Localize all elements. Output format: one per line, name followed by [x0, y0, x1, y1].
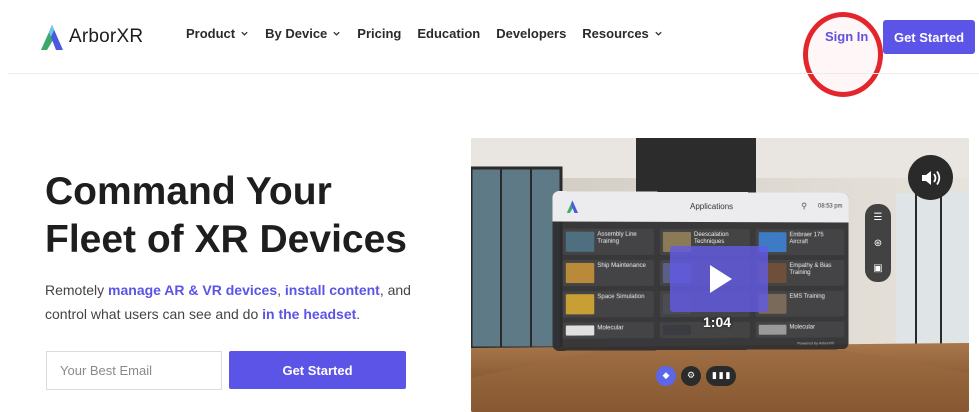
logo[interactable]: ArborXR	[38, 22, 143, 52]
app-label: EMS Training	[789, 294, 842, 301]
app-tile: Molecular	[563, 322, 654, 338]
header-get-started-button[interactable]: Get Started	[883, 20, 975, 54]
wifi-icon: ☰	[870, 209, 886, 225]
nav-item-product[interactable]: Product	[186, 26, 249, 41]
subtitle-text: ,	[277, 282, 285, 298]
hero-get-started-button[interactable]: Get Started	[229, 351, 406, 389]
nav-label: Product	[186, 26, 235, 41]
logo-text: ArborXR	[69, 26, 143, 48]
nav-label: Education	[417, 26, 480, 41]
nav-label: Resources	[582, 26, 648, 41]
nav-item-education[interactable]: Education	[417, 26, 480, 41]
app-tile: Assembly Line Training	[563, 229, 654, 255]
app-tile: Molecular	[756, 321, 845, 337]
cast-icon: ▣	[870, 260, 886, 276]
controls-icon: ▮ ▮ ▮	[706, 366, 736, 386]
app-thumbnail	[566, 232, 594, 252]
header-divider	[8, 73, 979, 74]
nav-label: By Device	[265, 26, 327, 41]
app-label: Molecular	[789, 324, 842, 331]
app-tile: Space Simulation	[563, 291, 654, 317]
chevron-down-icon	[332, 29, 341, 38]
panel-title: Applications	[690, 202, 733, 211]
hero-title: Command Your Fleet of XR Devices	[45, 168, 445, 264]
demo-video[interactable]: Applications ⚲ 08:53 pm Assembly Line Tr…	[471, 138, 969, 412]
nav-item-pricing[interactable]: Pricing	[357, 26, 401, 41]
nav-label: Developers	[496, 26, 566, 41]
app-thumbnail	[566, 263, 594, 283]
home-icon: ◆	[656, 366, 676, 386]
app-label: Empathy & Bias Training	[789, 263, 842, 277]
hero-subtitle: Remotely manage AR & VR devices, install…	[45, 278, 425, 326]
email-input[interactable]	[46, 351, 222, 390]
hero-title-line2: Fleet of XR Devices	[45, 218, 407, 261]
app-tile: Empathy & Bias Training	[756, 260, 845, 286]
network-icon: ⊛	[870, 235, 886, 251]
app-thumbnail	[566, 325, 594, 335]
sign-in-link[interactable]: Sign In	[825, 29, 868, 44]
volume-button[interactable]	[908, 155, 953, 200]
nav-item-by-device[interactable]: By Device	[265, 26, 341, 41]
vr-bottom-dock: ◆ ⚙ ▮ ▮ ▮	[656, 366, 736, 386]
subtitle-highlight-install: install content	[285, 282, 380, 298]
arborxr-logo-icon	[38, 23, 64, 51]
play-icon	[710, 265, 732, 293]
video-duration: 1:04	[703, 314, 731, 330]
panel-time: 08:53 pm	[818, 204, 843, 210]
highlight-annotation-circle	[803, 12, 883, 97]
search-icon: ⚲	[801, 201, 807, 210]
app-label: Molecular	[597, 325, 652, 332]
app-label: Embraer 175 Aircraft	[789, 232, 842, 246]
site-header: ArborXR Product By Device Pricing Educat…	[0, 0, 979, 74]
app-label: Assembly Line Training	[597, 232, 652, 246]
arborxr-logo-icon	[565, 199, 579, 213]
page: ArborXR Product By Device Pricing Educat…	[0, 0, 979, 412]
app-grid: Assembly Line Training Deescalation Tech…	[563, 229, 841, 230]
subtitle-text: .	[356, 306, 360, 322]
main-nav: Product By Device Pricing Education Deve…	[186, 26, 679, 41]
app-tile: Embraer 175 Aircraft	[756, 229, 845, 255]
app-thumbnail	[759, 325, 787, 335]
subtitle-highlight-manage: manage AR & VR devices	[108, 282, 277, 298]
app-tile: Ship Maintenance	[563, 260, 654, 286]
subtitle-text: Remotely	[45, 282, 108, 298]
app-label: Deescalation Techniques	[694, 232, 748, 246]
chevron-down-icon	[240, 29, 249, 38]
vr-side-toolbar: ☰ ⊛ ▣	[865, 204, 891, 282]
panel-header: Applications ⚲ 08:53 pm	[553, 191, 849, 222]
app-tile: EMS Training	[756, 291, 845, 317]
nav-item-resources[interactable]: Resources	[582, 26, 662, 41]
speaker-volume-icon	[920, 169, 942, 187]
app-thumbnail	[663, 325, 691, 335]
app-thumbnail	[566, 294, 594, 314]
app-label: Ship Maintenance	[597, 263, 652, 270]
play-button[interactable]	[670, 246, 768, 312]
app-label: Space Simulation	[597, 294, 652, 301]
nav-label: Pricing	[357, 26, 401, 41]
hero-title-line1: Command Your	[45, 170, 332, 213]
nav-item-developers[interactable]: Developers	[496, 26, 566, 41]
chevron-down-icon	[654, 29, 663, 38]
subtitle-highlight-headset: in the headset	[262, 306, 356, 322]
gear-icon: ⚙	[681, 366, 701, 386]
powered-by-label: Powered by ArborXR	[797, 340, 834, 345]
